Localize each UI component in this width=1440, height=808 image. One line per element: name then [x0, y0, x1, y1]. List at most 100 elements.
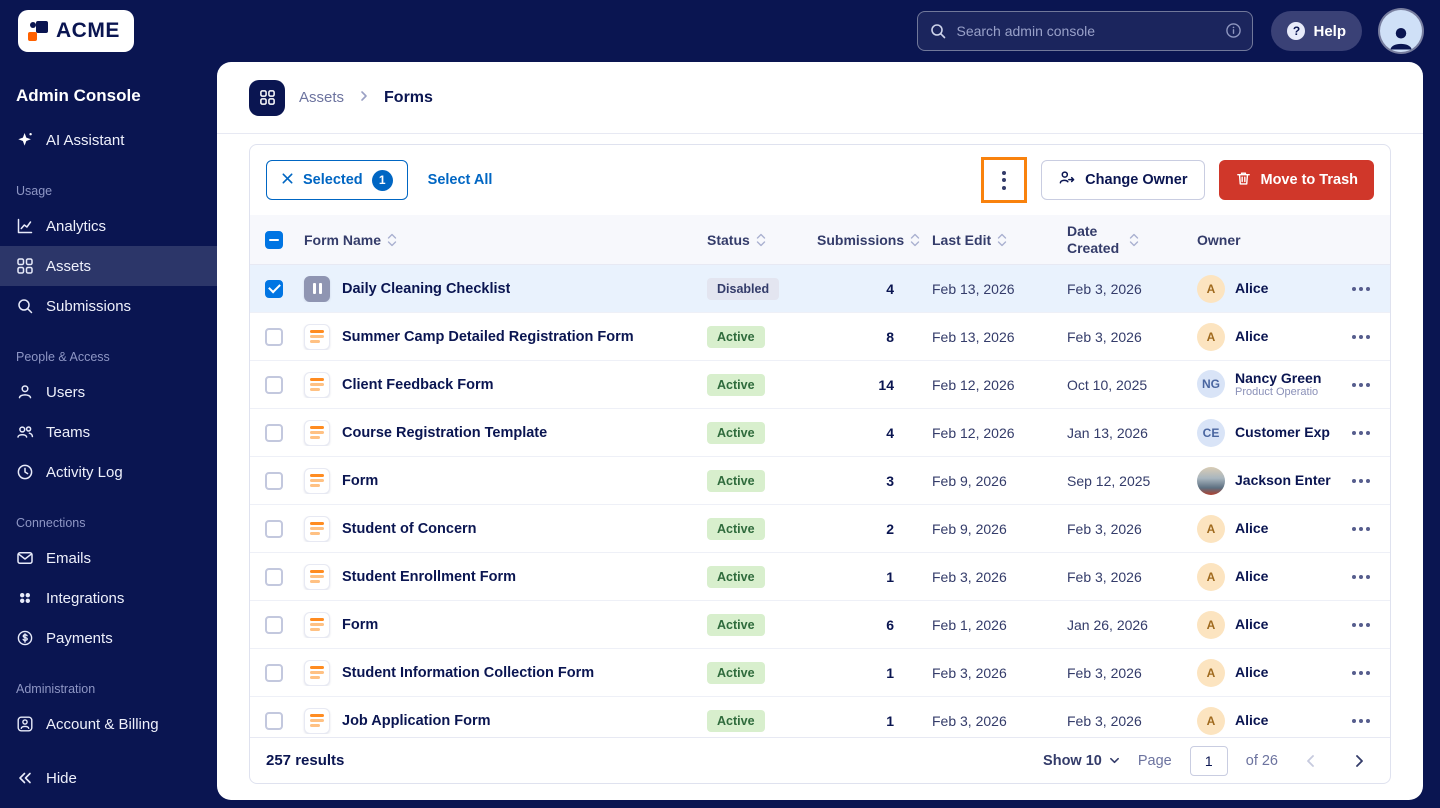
row-more-button[interactable] — [1344, 711, 1378, 731]
column-header-submissions[interactable]: Submissions — [811, 232, 926, 248]
table-body: Daily Cleaning Checklist Disabled 4 Feb … — [250, 265, 1390, 737]
table-row[interactable]: Student of Concern Active 2 Feb 9, 2026 … — [250, 505, 1390, 553]
topbar: ACME ? Help — [0, 0, 1440, 62]
row-more-button[interactable] — [1344, 615, 1378, 635]
row-checkbox[interactable] — [265, 615, 283, 634]
date-created-value: Feb 3, 2026 — [1067, 520, 1142, 537]
page-total-label: of 26 — [1245, 752, 1278, 769]
sidebar-item-ai-assistant[interactable]: AI Assistant — [0, 120, 217, 160]
change-owner-button[interactable]: Change Owner — [1041, 160, 1205, 200]
form-icon — [304, 707, 330, 734]
sidebar-item-activity-log[interactable]: Activity Log — [0, 452, 217, 492]
sidebar-item-teams[interactable]: Teams — [0, 412, 217, 452]
selected-button[interactable]: Selected 1 — [266, 160, 408, 200]
prev-page-button[interactable] — [1296, 746, 1326, 776]
owner-avatar: A — [1197, 514, 1225, 543]
row-more-button[interactable] — [1344, 375, 1378, 395]
row-more-button[interactable] — [1344, 327, 1378, 347]
column-header-last_edit[interactable]: Last Edit — [926, 232, 1061, 248]
page-size-select[interactable]: Show 10 — [1043, 753, 1120, 769]
collapse-icon — [16, 769, 34, 787]
form-name[interactable]: Summer Camp Detailed Registration Form — [342, 329, 634, 345]
owner-avatar: NG — [1197, 370, 1225, 399]
next-page-button[interactable] — [1344, 746, 1374, 776]
sort-icon — [1129, 233, 1139, 246]
sidebar-item-assets[interactable]: Assets — [0, 246, 217, 286]
column-header-date_created[interactable]: Date Created — [1061, 223, 1191, 256]
form-name[interactable]: Student of Concern — [342, 521, 477, 537]
submissions-value: 3 — [886, 472, 894, 489]
trash-icon — [1235, 170, 1252, 191]
page-label: Page — [1137, 752, 1172, 769]
user-avatar[interactable] — [1380, 10, 1422, 52]
table-row[interactable]: Form Active 3 Feb 9, 2026 Sep 12, 2025 J… — [250, 457, 1390, 505]
column-header-name[interactable]: Form Name — [298, 232, 701, 248]
help-button[interactable]: ? Help — [1271, 11, 1362, 51]
sidebar-item-submissions[interactable]: Submissions — [0, 286, 217, 326]
page-input[interactable] — [1189, 745, 1228, 776]
owner-avatar: A — [1197, 610, 1225, 639]
table-row[interactable]: Course Registration Template Active 4 Fe… — [250, 409, 1390, 457]
sidebar-item-emails[interactable]: Emails — [0, 538, 217, 578]
sidebar-item-users[interactable]: Users — [0, 372, 217, 412]
row-more-button[interactable] — [1344, 519, 1378, 539]
row-checkbox[interactable] — [265, 423, 283, 442]
sidebar-section-label: Administration — [16, 682, 96, 696]
sidebar-item-analytics[interactable]: Analytics — [0, 206, 217, 246]
row-checkbox[interactable] — [265, 471, 283, 490]
search-bar[interactable] — [917, 11, 1254, 51]
table-row[interactable]: Student Information Collection Form Acti… — [250, 649, 1390, 697]
owner-name: Alice — [1235, 712, 1269, 729]
table-row[interactable]: Daily Cleaning Checklist Disabled 4 Feb … — [250, 265, 1390, 313]
row-more-button[interactable] — [1344, 567, 1378, 587]
table-row[interactable]: Client Feedback Form Active 14 Feb 12, 2… — [250, 361, 1390, 409]
form-name[interactable]: Form — [342, 473, 378, 489]
owner-avatar: CE — [1197, 418, 1225, 447]
breadcrumb-assets-link[interactable]: Assets — [299, 89, 344, 106]
sidebar-item-label: Submissions — [46, 297, 132, 315]
row-more-button[interactable] — [1344, 423, 1378, 443]
sidebar-item-integrations[interactable]: Integrations — [0, 578, 217, 618]
form-name[interactable]: Form — [342, 617, 378, 633]
row-checkbox[interactable] — [265, 519, 283, 538]
form-name[interactable]: Student Enrollment Form — [342, 569, 516, 585]
more-actions-button[interactable] — [985, 161, 1024, 199]
table-header: Form Name Status Submissions Last Edit Date … — [250, 215, 1390, 265]
row-more-button[interactable] — [1344, 471, 1378, 491]
form-name[interactable]: Job Application Form — [342, 713, 491, 729]
owner-name: Nancy Green — [1235, 369, 1322, 386]
hide-button[interactable]: Hide — [0, 758, 217, 798]
mail-icon — [16, 549, 34, 567]
select-all-checkbox[interactable] — [265, 230, 283, 249]
row-checkbox[interactable] — [265, 711, 283, 730]
row-more-button[interactable] — [1344, 279, 1378, 299]
brand-logo[interactable]: ACME — [18, 10, 134, 52]
search-input[interactable] — [917, 11, 1254, 51]
form-name[interactable]: Student Information Collection Form — [342, 665, 594, 681]
sidebar-item-payments[interactable]: Payments — [0, 618, 217, 658]
status-badge: Active — [707, 661, 765, 684]
info-icon[interactable] — [1225, 22, 1242, 44]
table-row[interactable]: Summer Camp Detailed Registration Form A… — [250, 313, 1390, 361]
assets-icon — [249, 79, 285, 116]
row-checkbox[interactable] — [265, 567, 283, 586]
row-more-button[interactable] — [1344, 663, 1378, 683]
move-to-trash-button[interactable]: Move to Trash — [1218, 160, 1374, 200]
last-edit-value: Feb 13, 2026 — [932, 280, 1015, 297]
column-header-status[interactable]: Status — [701, 232, 811, 248]
row-checkbox[interactable] — [265, 375, 283, 394]
form-name[interactable]: Daily Cleaning Checklist — [342, 281, 510, 297]
table-row[interactable]: Job Application Form Active 1 Feb 3, 202… — [250, 697, 1390, 737]
row-checkbox[interactable] — [265, 327, 283, 346]
form-name[interactable]: Client Feedback Form — [342, 377, 493, 393]
forms-panel: Selected 1 Select All Change Owner Move … — [249, 144, 1391, 784]
sidebar-item-account-billing[interactable]: Account & Billing — [0, 704, 217, 744]
form-name[interactable]: Course Registration Template — [342, 425, 547, 441]
table-row[interactable]: Form Active 6 Feb 1, 2026 Jan 26, 2026 A… — [250, 601, 1390, 649]
row-checkbox[interactable] — [265, 663, 283, 682]
sidebar-item-label: Payments — [46, 629, 113, 647]
row-checkbox[interactable] — [265, 279, 283, 298]
sidebar-section-label: People & Access — [16, 350, 110, 364]
table-row[interactable]: Student Enrollment Form Active 1 Feb 3, … — [250, 553, 1390, 601]
select-all-link[interactable]: Select All — [428, 172, 493, 188]
